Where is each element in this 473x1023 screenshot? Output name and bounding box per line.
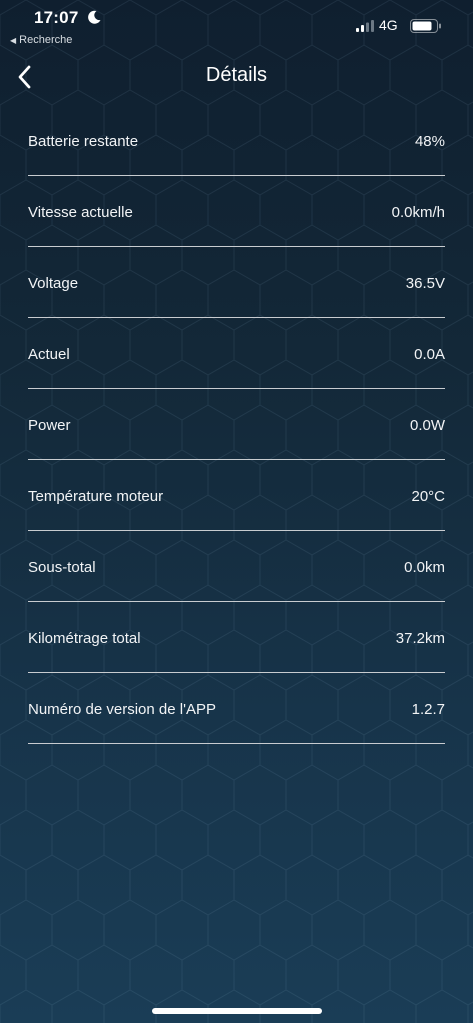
detail-row-motor-temperature: Température moteur 20°C (28, 460, 445, 531)
detail-row-power: Power 0.0W (28, 389, 445, 460)
detail-row-total-mileage: Kilométrage total 37.2km (28, 602, 445, 673)
detail-value: 0.0A (414, 346, 445, 363)
detail-label: Vitesse actuelle (28, 204, 133, 221)
detail-value: 48% (414, 133, 445, 150)
detail-value: 37.2km (395, 630, 445, 647)
detail-label: Power (28, 417, 71, 434)
back-to-app-link[interactable]: ◀ Recherche (10, 34, 72, 46)
signal-icon (356, 20, 374, 32)
details-list: Batterie restante 48% Vitesse actuelle 0… (28, 105, 445, 744)
detail-label: Kilométrage total (28, 630, 141, 647)
detail-row-voltage: Voltage 36.5V (28, 247, 445, 318)
detail-label: Sous-total (28, 559, 96, 576)
detail-row-subtotal: Sous-total 0.0km (28, 531, 445, 602)
detail-value: 1.2.7 (411, 701, 445, 718)
moon-icon (88, 10, 101, 24)
status-time: 17:07 (34, 8, 79, 27)
detail-row-current: Actuel 0.0A (28, 318, 445, 389)
detail-label: Température moteur (28, 488, 164, 505)
detail-row-battery: Batterie restante 48% (28, 105, 445, 176)
detail-row-speed: Vitesse actuelle 0.0km/h (28, 176, 445, 247)
detail-row-app-version: Numéro de version de l'APP 1.2.7 (28, 673, 445, 744)
back-app-label: Recherche (19, 34, 73, 46)
page-title: Détails (205, 64, 268, 86)
detail-value: 0.0km (404, 559, 445, 576)
detail-value: 0.0km/h (391, 204, 445, 221)
detail-label: Numéro de version de l'APP (28, 701, 216, 718)
battery-icon (410, 19, 441, 33)
network-type: 4G (379, 17, 398, 33)
detail-label: Voltage (28, 275, 79, 292)
detail-value: 36.5V (405, 275, 445, 292)
detail-label: Batterie restante (28, 133, 139, 150)
navigation-bar: Détails (0, 55, 473, 99)
status-bar: 17:07 ◀ Recherche 4G (0, 0, 473, 50)
home-indicator[interactable] (152, 1008, 322, 1014)
detail-value: 0.0W (409, 417, 445, 434)
detail-value: 20°C (411, 488, 445, 505)
back-triangle-icon: ◀ (10, 36, 17, 45)
detail-label: Actuel (28, 346, 70, 363)
